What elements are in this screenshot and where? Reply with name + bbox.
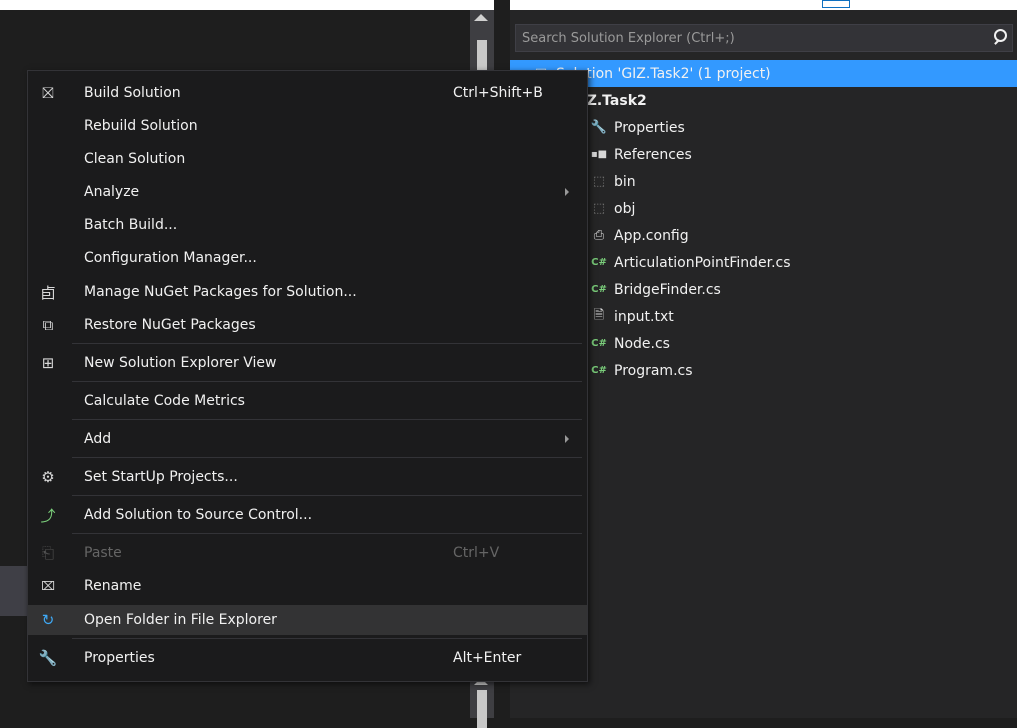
- menu-manage-nuget[interactable]: 卣 Manage NuGet Packages for Solution...: [28, 277, 587, 307]
- gear-icon: ⚙: [41, 468, 55, 486]
- explorer-view-icon: ⊞: [41, 354, 55, 372]
- menu-separator: [72, 638, 582, 639]
- search-icon[interactable]: [988, 26, 1012, 50]
- menu-add[interactable]: Add: [28, 424, 587, 454]
- tree-item-label: BridgeFinder.cs: [614, 281, 721, 298]
- menu-calculate-metrics[interactable]: Calculate Code Metrics: [28, 386, 587, 416]
- references-icon: ▪■: [590, 149, 608, 160]
- folder-icon: ⬚: [592, 174, 606, 189]
- paste-icon: ⎗: [41, 544, 54, 562]
- text-file-icon: 🗎: [593, 307, 605, 323]
- side-panel-strip: [0, 566, 30, 616]
- menu-rebuild-solution[interactable]: Rebuild Solution: [28, 111, 587, 141]
- build-icon: ⛝: [42, 84, 54, 102]
- menu-batch-build[interactable]: Batch Build...: [28, 210, 587, 240]
- open-folder-icon: ↻: [41, 611, 55, 629]
- menu-separator: [72, 533, 582, 534]
- csharp-icon: C#: [591, 338, 607, 349]
- menu-build-solution[interactable]: ⛝ Build Solution Ctrl+Shift+B: [28, 78, 587, 108]
- tree-item-label: Program.cs: [614, 362, 693, 379]
- csharp-icon: C#: [591, 257, 607, 268]
- tree-item-label: bin: [614, 173, 636, 190]
- menu-separator: [72, 381, 582, 382]
- search-box[interactable]: [515, 24, 1013, 52]
- restore-icon: ⧉: [42, 316, 54, 334]
- wrench-icon: 🔧: [590, 120, 608, 135]
- scroll-thumb-lower[interactable]: [477, 690, 487, 728]
- submenu-arrow-icon: [565, 188, 569, 196]
- search-input[interactable]: [516, 29, 988, 47]
- wrench-icon: 🔧: [38, 649, 58, 667]
- tree-item-label: input.txt: [614, 308, 674, 325]
- menu-properties[interactable]: 🔧 Properties Alt+Enter: [28, 643, 587, 673]
- tree-item-label: References: [614, 146, 692, 163]
- csharp-icon: C#: [591, 365, 607, 376]
- scroll-up-arrow-icon[interactable]: [474, 14, 488, 21]
- tree-item-label: ArticulationPointFinder.cs: [614, 254, 791, 271]
- tree-item-label: Node.cs: [614, 335, 670, 352]
- menu-separator: [72, 457, 582, 458]
- context-menu: ⛝ Build Solution Ctrl+Shift+B Rebuild So…: [27, 70, 588, 682]
- menu-add-source-control[interactable]: ⤴ Add Solution to Source Control...: [28, 500, 587, 530]
- nuget-icon: 卣: [40, 283, 56, 302]
- config-icon: ⎙: [593, 228, 605, 243]
- menu-restore-nuget[interactable]: ⧉ Restore NuGet Packages: [28, 310, 587, 340]
- menu-new-explorer-view[interactable]: ⊞ New Solution Explorer View: [28, 348, 587, 378]
- menu-clean-solution[interactable]: Clean Solution: [28, 144, 587, 174]
- folder-icon: ⬚: [592, 201, 606, 216]
- menu-separator: [72, 343, 582, 344]
- tree-item-label: App.config: [614, 227, 689, 244]
- menu-set-startup[interactable]: ⚙ Set StartUp Projects...: [28, 462, 587, 492]
- source-control-icon: ⤴: [40, 506, 56, 525]
- tree-item-label: Solution 'GIZ.Task2' (1 project): [556, 65, 771, 82]
- menu-configuration-manager[interactable]: Configuration Manager...: [28, 243, 587, 273]
- rename-icon: ⌧: [41, 579, 55, 593]
- menu-analyze[interactable]: Analyze: [28, 177, 587, 207]
- menu-separator: [72, 495, 582, 496]
- submenu-arrow-icon: [565, 435, 569, 443]
- panel-tab-indicator: [822, 0, 850, 8]
- menu-rename[interactable]: ⌧ Rename: [28, 571, 587, 601]
- menu-open-folder[interactable]: ↻ Open Folder in File Explorer: [28, 605, 587, 635]
- menu-paste[interactable]: ⎗ Paste Ctrl+V: [28, 538, 587, 568]
- tree-item-label: obj: [614, 200, 636, 217]
- tree-item-label: Properties: [614, 119, 685, 136]
- csharp-icon: C#: [591, 284, 607, 295]
- menu-separator: [72, 419, 582, 420]
